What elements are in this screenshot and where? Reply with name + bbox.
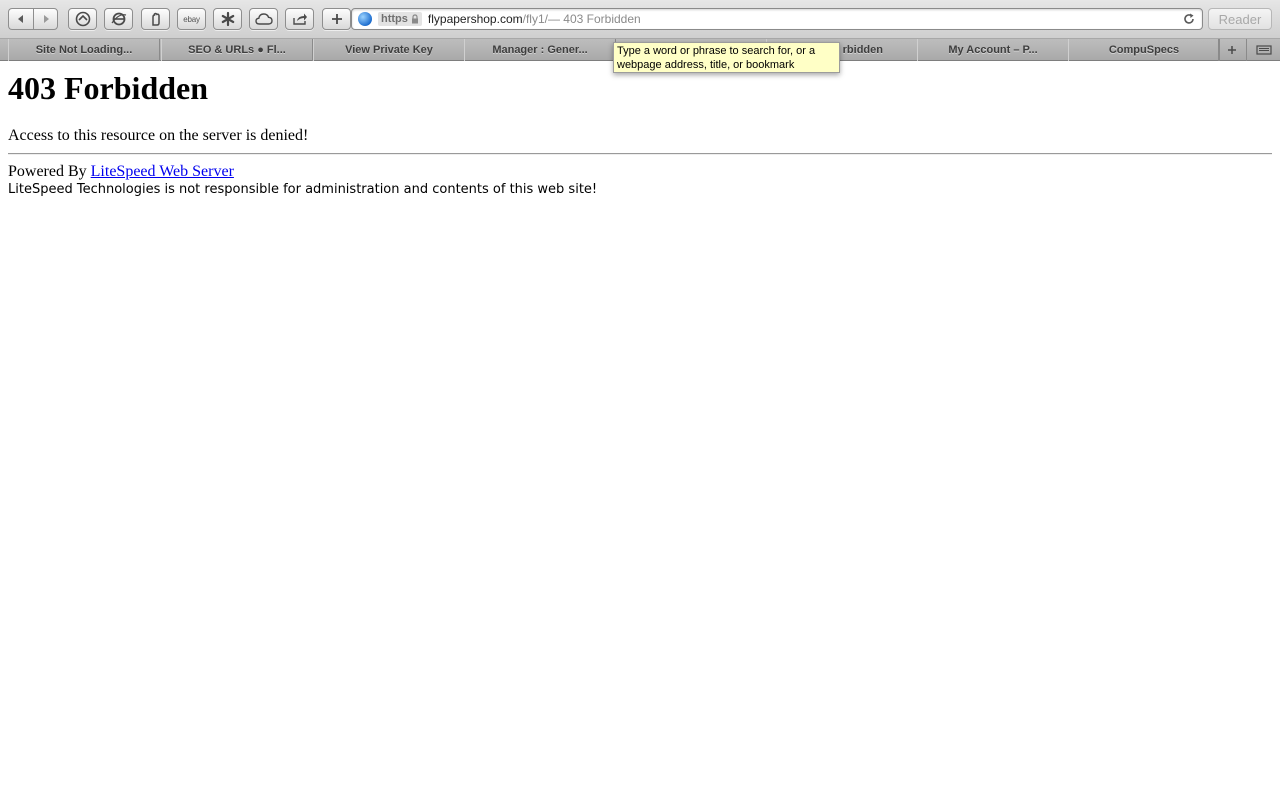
share-button[interactable]	[285, 8, 314, 30]
error-message: Access to this resource on the server is…	[8, 127, 309, 144]
reader-button[interactable]: Reader	[1208, 8, 1272, 30]
plus-icon	[331, 14, 342, 24]
page-heading: 403 Forbidden	[8, 70, 209, 106]
add-bookmark-button[interactable]	[322, 8, 351, 30]
extension-button-3[interactable]	[141, 8, 170, 30]
new-tab-button[interactable]	[1218, 39, 1244, 61]
extension-button-5[interactable]	[213, 8, 242, 30]
forward-button[interactable]	[33, 8, 58, 30]
url-host: flypapershop.com	[427, 12, 523, 26]
disclaimer-text: LiteSpeed Technologies is not responsibl…	[8, 182, 598, 197]
globe-icon	[358, 12, 372, 26]
tab-1[interactable]: Site Not Loading...	[8, 39, 160, 61]
address-bar[interactable]: https flypapershop.com/fly1/ — 403 Forbi…	[351, 8, 1203, 30]
lock-icon	[411, 14, 418, 24]
powered-by-line: Powered By LiteSpeed Web Server	[8, 163, 1272, 181]
tab-7[interactable]: CompuSpecs	[1068, 39, 1220, 61]
tab-4[interactable]: Manager : Gener...	[464, 39, 616, 61]
cloud-icon	[254, 13, 273, 25]
hand-stop-icon	[151, 12, 160, 26]
https-badge: https	[378, 12, 422, 26]
powered-by-prefix: Powered By	[8, 163, 91, 180]
tooltip-line-1: Type a word or phrase to search for, or …	[617, 45, 816, 57]
tab-6[interactable]: My Account – P...	[917, 39, 1069, 61]
plus-icon	[1227, 46, 1236, 54]
layers-icon	[75, 11, 90, 27]
tab-list-button[interactable]	[1246, 39, 1280, 61]
back-arrow-icon	[18, 15, 23, 23]
extension-button-2[interactable]	[104, 8, 133, 30]
icloud-button[interactable]	[249, 8, 278, 30]
extension-button-1[interactable]	[68, 8, 97, 30]
url-page-title: — 403 Forbidden	[547, 12, 641, 26]
litespeed-link[interactable]: LiteSpeed Web Server	[91, 163, 234, 180]
url-path: /fly1/	[522, 12, 548, 26]
ie-logo-icon	[111, 12, 126, 26]
back-forward-group	[8, 8, 58, 30]
ebay-button[interactable]: ebay	[177, 8, 206, 30]
forward-arrow-icon	[43, 15, 49, 23]
back-button[interactable]	[8, 8, 33, 30]
tab-overview-icon	[1255, 45, 1272, 55]
ebay-label: ebay	[183, 14, 200, 24]
asterisk-icon	[221, 11, 234, 27]
share-icon	[292, 13, 307, 25]
tab-3[interactable]: View Private Key	[313, 39, 465, 61]
browser-toolbar: ebay https flypapershop.com/fly1/ — 403 …	[0, 0, 1280, 39]
page-content: 403 Forbidden Access to this resource on…	[8, 61, 1272, 198]
https-label: https	[381, 13, 408, 25]
reload-icon[interactable]	[1182, 12, 1196, 26]
divider	[8, 153, 1272, 155]
tab-2[interactable]: SEO & URLs ● Fl...	[161, 39, 313, 61]
